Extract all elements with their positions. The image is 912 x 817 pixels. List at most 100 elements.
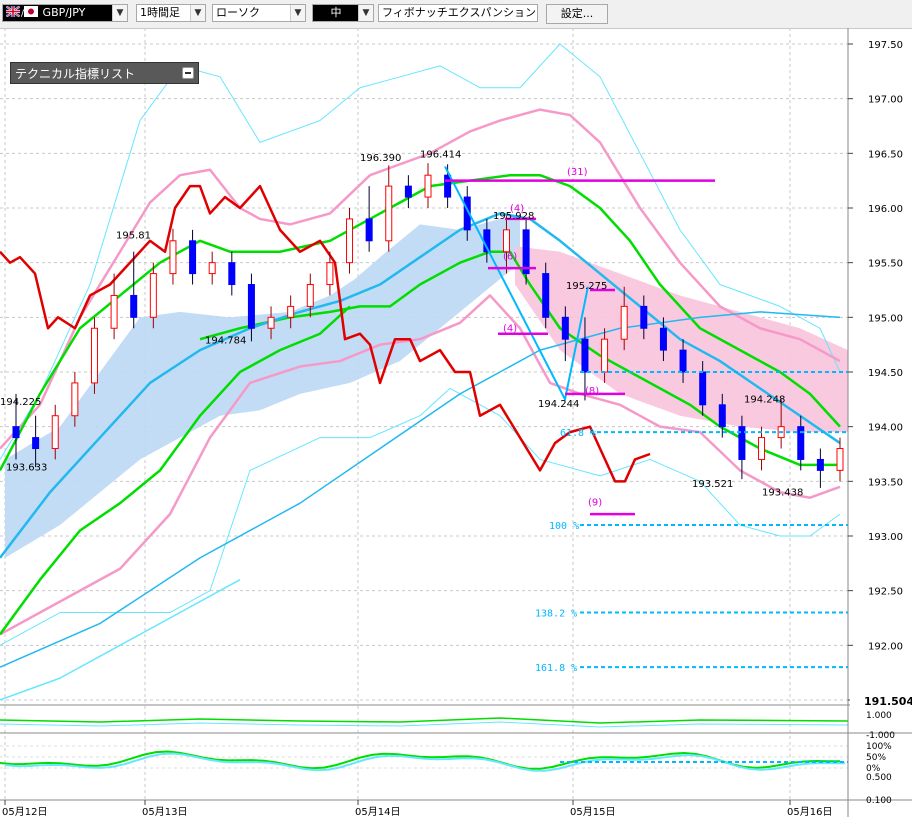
size-label: 中 [330,6,342,19]
candle-body [718,404,726,428]
price-annotation: 196.414 [420,150,461,161]
time-tick-label: 05月14日 [355,806,400,817]
pair-label: GBP/JPY [42,6,86,19]
candle-body [620,305,628,340]
price-annotation: (9) [588,497,602,508]
price-annotation: 194.244 [538,399,579,410]
price-annotation: (6) [503,251,517,262]
oscillator-panel [0,717,849,772]
candle-body [836,448,844,471]
ichimoku-clouds [5,218,848,558]
price-annotation: 194.225 [0,397,41,408]
fib-level-label: 61.8 % [560,428,596,439]
price-annotation: 196.390 [360,153,401,164]
oscillator-1-line [0,717,849,724]
chart-style-label: ローソク [216,6,260,19]
candle-body [71,382,79,417]
osc-tick-label: 0.100 [866,796,892,806]
chevron-down-icon: ▼ [290,5,305,21]
indicator-list-title: テクニカル指標リスト [15,67,136,81]
fib-level-label: 138.2 % [535,609,577,620]
timeframe-label: 1時間足 [140,6,180,19]
osc-tick-label: 50% [866,753,886,763]
candle-body [90,327,98,384]
candle-body [12,426,20,439]
candle-body [542,273,550,318]
time-tick-label: 05月15日 [570,806,615,817]
toolbar: / GBP/JPY ▼ 1時間足 ▼ ローソク ▼ 中 ▼ フィボナッチエクスパ… [0,0,912,29]
candle-body [424,174,432,198]
indicator-list-panel[interactable]: テクニカル指標リスト [10,62,199,84]
candle-body [267,316,275,329]
price-annotation: (8) [585,386,599,397]
osc-tick-label: 1.000 [866,711,892,721]
size-select[interactable]: 中 ▼ [312,4,374,22]
blue-cloud [5,218,520,558]
price-annotation: 194.784 [205,336,246,347]
price-tick-label: 195.00 [868,313,903,324]
candle-body [385,185,393,242]
candle-body [208,262,216,275]
candle-body [640,305,648,329]
candle-body [326,262,334,286]
chevron-down-icon: ▼ [112,5,127,21]
chart-style-select[interactable]: ローソク ▼ [212,4,306,22]
candle-body [149,273,157,318]
candle-body [169,240,177,275]
candle-body [816,458,824,471]
timeframe-select[interactable]: 1時間足 ▼ [136,4,206,22]
price-tick-label: 196.00 [868,204,903,215]
indicator-label: フィボナッチエクスパンション [382,6,536,19]
candle-body [444,174,452,198]
fib-level-label: 100 % [549,521,579,532]
price-tick-label: 197.00 [868,95,903,106]
candle-body [287,305,295,318]
price-chart[interactable]: 61.8 % 100 % 138.2 % 161.8 % 194.225 193.633… [0,28,912,817]
stochastic-k-line [0,750,841,770]
candle-body [306,284,314,307]
candle-body [699,371,707,406]
settings-button[interactable]: 設定... [546,4,608,24]
price-tick-label: 192.50 [868,587,903,598]
time-tick-label: 05月12日 [2,806,47,817]
minimize-icon[interactable] [182,67,194,79]
chevron-down-icon: ▼ [358,5,373,21]
fib-level-label: 161.8 % [535,663,577,674]
price-tick-label: 194.50 [868,368,903,379]
price-annotation: 193.438 [762,488,803,499]
price-tick-label: 193.00 [868,532,903,543]
candle-body [228,262,236,286]
osc-tick-label: 0.500 [866,773,892,783]
price-annotation: 193.633 [6,462,47,473]
candle-body [758,437,766,460]
price-annotation: 194.248 [744,395,785,406]
price-annotation: (4) [510,203,524,214]
currency-pair-select[interactable]: / GBP/JPY ▼ [2,4,128,22]
oscillator-1-signal [0,721,849,728]
osc-tick-label: 100% [866,742,892,752]
candle-body [404,185,412,198]
price-tick-label: 195.50 [868,259,903,270]
price-tick-label: 196.50 [868,149,903,160]
time-tick-label: 05月16日 [787,806,832,817]
candle-body [502,229,510,253]
candle-body [130,294,138,318]
price-annotation: (31) [567,167,588,178]
price-annotation: 195.275 [566,281,607,292]
price-tick-label: 193.50 [868,477,903,488]
price-tick-label: 194.00 [868,423,903,434]
osc-tick-label: -1.000 [866,731,895,741]
indicator-field[interactable]: フィボナッチエクスパンション [378,4,538,22]
candle-body [32,437,40,450]
chevron-down-icon: ▼ [190,5,205,21]
price-annotation: (4) [503,324,517,335]
gb-flag-icon [5,5,21,18]
candle-body [679,349,687,373]
chart-area[interactable]: 61.8 % 100 % 138.2 % 161.8 % 194.225 193.633… [0,28,912,817]
ma-cyan-bottom [0,579,241,701]
time-tick-label: 05月13日 [142,806,187,817]
price-tick-label: 197.50 [868,40,903,51]
candle-body [581,338,589,373]
candle-body [365,218,373,242]
candle-body [189,240,197,275]
